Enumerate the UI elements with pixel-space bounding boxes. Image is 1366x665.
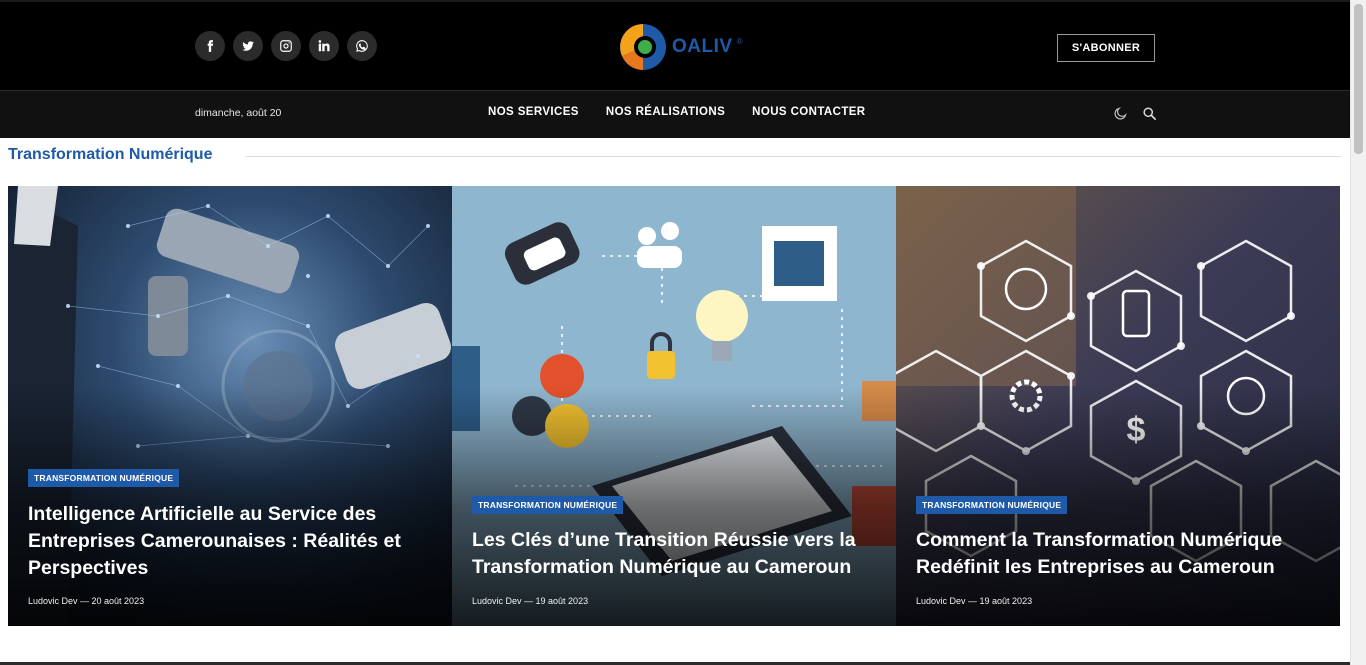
section-header: Transformation Numérique bbox=[8, 144, 1341, 168]
category-badge[interactable]: TRANSFORMATION NUMÉRIQUE bbox=[916, 496, 1068, 514]
logo[interactable]: OALIV ® bbox=[618, 22, 742, 72]
current-date: dimanche, août 20 bbox=[195, 107, 282, 119]
whatsapp-icon[interactable] bbox=[347, 31, 377, 61]
category-badge[interactable]: TRANSFORMATION NUMÉRIQUE bbox=[472, 496, 624, 514]
logo-mark-icon bbox=[620, 24, 666, 70]
post-meta: Ludovic Dev — 19 août 2023 bbox=[916, 596, 1033, 606]
scrollbar-thumb[interactable] bbox=[1354, 4, 1363, 154]
section-divider bbox=[246, 156, 1341, 157]
post-card[interactable]: TRANSFORMATION NUMÉRIQUE Les Clés d’une … bbox=[452, 186, 896, 626]
facebook-icon[interactable] bbox=[195, 31, 225, 61]
post-meta: Ludovic Dev — 19 août 2023 bbox=[472, 596, 589, 606]
search-icon[interactable] bbox=[1142, 106, 1157, 121]
linkedin-icon[interactable] bbox=[309, 31, 339, 61]
navbar-tools bbox=[1113, 106, 1157, 121]
post-title[interactable]: Les Clés d’une Transition Réussie vers l… bbox=[472, 527, 876, 581]
post-card[interactable]: $ TRANSFORMATION NUMÉRIQUE Comment la Tr… bbox=[896, 186, 1340, 626]
main-navbar: dimanche, août 20 NOS SERVICES NOS RÉALI… bbox=[0, 90, 1350, 138]
twitter-icon[interactable] bbox=[233, 31, 263, 61]
nav-item-services[interactable]: NOS SERVICES bbox=[488, 106, 579, 118]
main-menu: NOS SERVICES NOS RÉALISATIONS NOUS CONTA… bbox=[488, 106, 866, 118]
social-links bbox=[195, 31, 377, 61]
nav-item-contact[interactable]: NOUS CONTACTER bbox=[752, 106, 865, 118]
instagram-icon[interactable] bbox=[271, 31, 301, 61]
post-meta: Ludovic Dev — 20 août 2023 bbox=[28, 596, 145, 606]
top-header: OALIV ® S'ABONNER bbox=[0, 0, 1350, 90]
logo-registered-mark: ® bbox=[736, 36, 743, 46]
section-title[interactable]: Transformation Numérique bbox=[8, 146, 227, 164]
post-card[interactable]: TRANSFORMATION NUMÉRIQUE Intelligence Ar… bbox=[8, 186, 452, 626]
category-badge[interactable]: TRANSFORMATION NUMÉRIQUE bbox=[28, 469, 180, 487]
post-title[interactable]: Comment la Transformation Numérique Redé… bbox=[916, 527, 1320, 581]
nav-item-realisations[interactable]: NOS RÉALISATIONS bbox=[606, 106, 725, 118]
subscribe-button[interactable]: S'ABONNER bbox=[1057, 34, 1155, 62]
page-scrollbar[interactable] bbox=[1350, 0, 1366, 665]
featured-posts: TRANSFORMATION NUMÉRIQUE Intelligence Ar… bbox=[8, 186, 1341, 626]
logo-text: OALIV bbox=[672, 36, 733, 57]
moon-icon[interactable] bbox=[1113, 106, 1128, 121]
post-title[interactable]: Intelligence Artificielle au Service des… bbox=[28, 501, 432, 582]
